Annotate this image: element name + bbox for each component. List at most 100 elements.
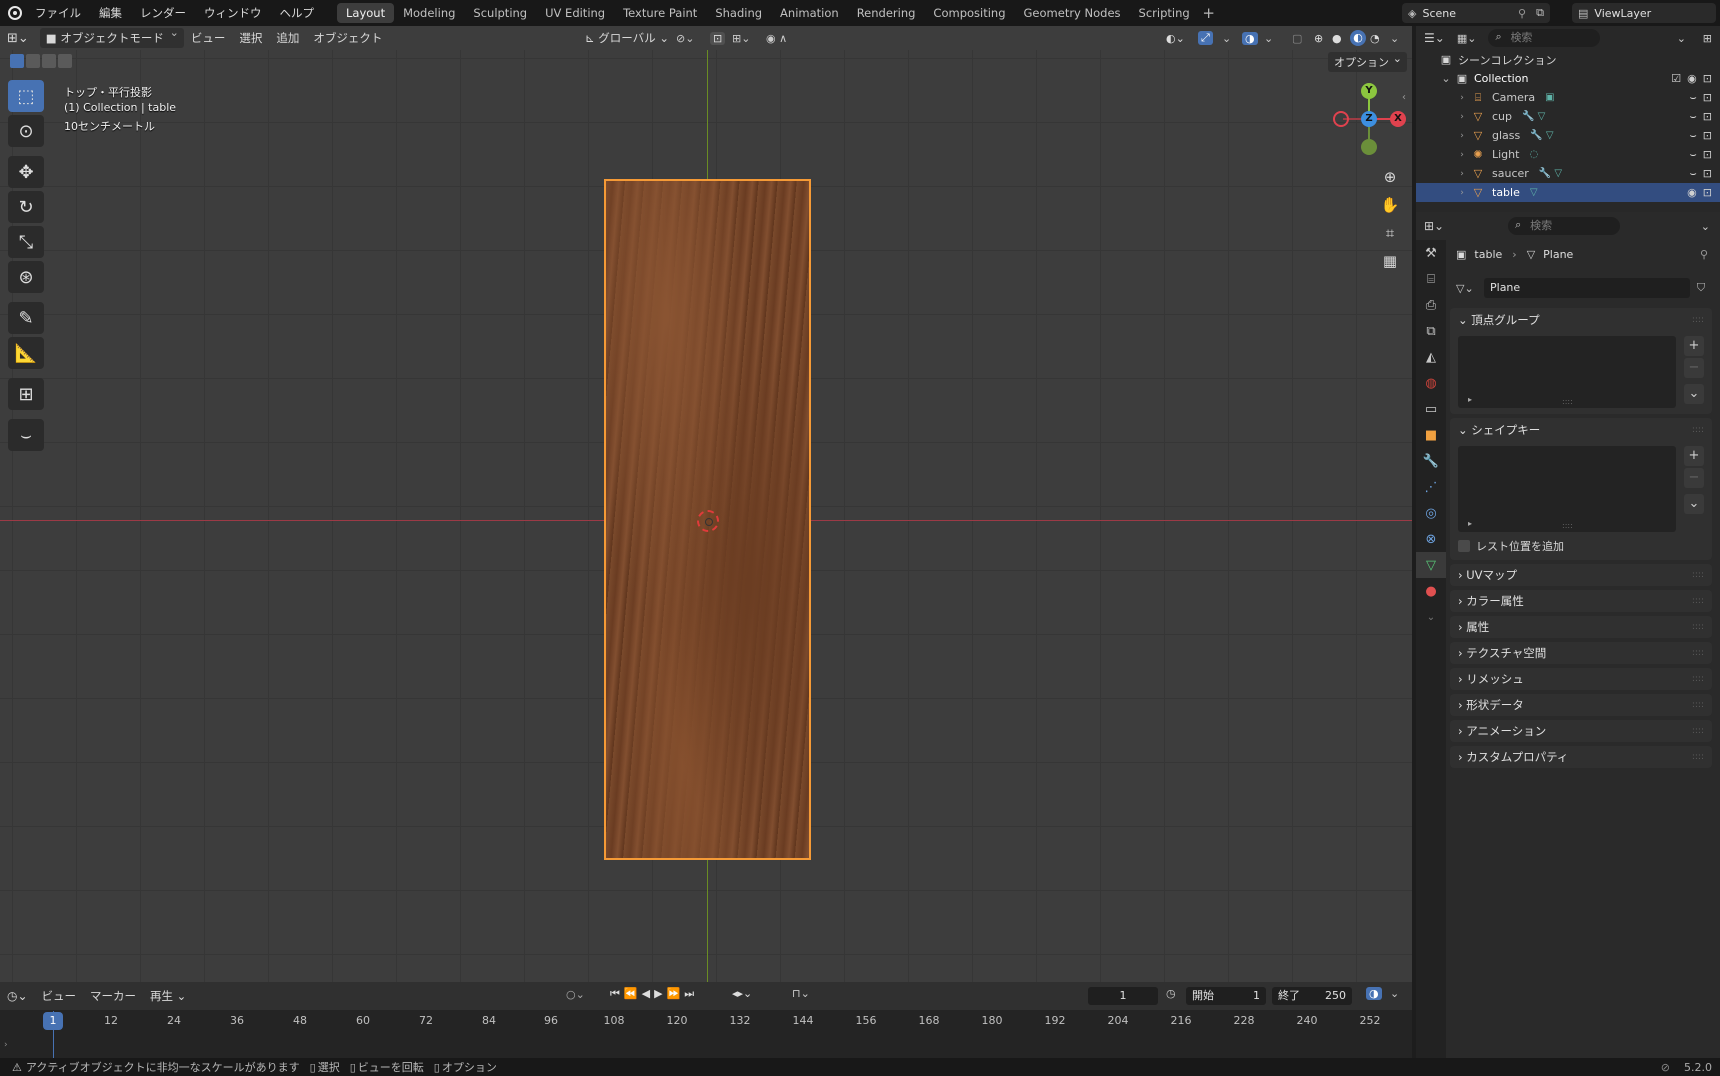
list-expand-icon[interactable]: ▸: [1468, 519, 1472, 528]
tab-sculpting[interactable]: Sculpting: [464, 3, 536, 23]
eye-icon[interactable]: ◉: [1687, 72, 1697, 85]
scene-selector[interactable]: ◈ Scene ⚲ ⧉: [1402, 3, 1550, 23]
list-resize-handle[interactable]: ::::: [1562, 521, 1573, 530]
panel-7[interactable]: › カスタムプロパティ: [1450, 746, 1712, 768]
object-data-icon[interactable]: 🔧 ▽: [1512, 111, 1545, 122]
collection-tab-icon[interactable]: ▭: [1416, 396, 1446, 422]
particles-tab-icon[interactable]: ⋰: [1416, 474, 1446, 500]
select-box-tool-icon[interactable]: ⬚: [8, 80, 44, 112]
physics-tab-icon[interactable]: ◎: [1416, 500, 1446, 526]
pivot-point-icon[interactable]: ⊘⌄: [676, 32, 694, 45]
camera-icon[interactable]: ⊡: [1703, 186, 1712, 199]
mesh-name-field[interactable]: Plane: [1484, 278, 1690, 298]
outliner-row-saucer[interactable]: › ▽ saucer 🔧 ▽ ⌣ ⊡: [1416, 164, 1720, 183]
outliner-search-input[interactable]: 検索: [1488, 28, 1601, 47]
hidden-eye-icon[interactable]: ⌣: [1690, 167, 1697, 181]
new-collection-icon[interactable]: ⊞: [1703, 32, 1712, 45]
auto-keying-icon[interactable]: ○⌄: [566, 988, 585, 1001]
scene-collection-row[interactable]: ▣ シーンコレクション: [1416, 50, 1720, 69]
select-subtract-icon[interactable]: [42, 54, 56, 68]
panel-6[interactable]: › アニメーション: [1450, 720, 1712, 742]
current-frame-field[interactable]: 1: [1088, 987, 1158, 1005]
panel-header[interactable]: › カラー属性: [1450, 590, 1712, 612]
tab-texture-paint[interactable]: Texture Paint: [614, 3, 706, 23]
expand-arrow-icon[interactable]: ›: [1454, 150, 1470, 160]
3d-cursor-icon[interactable]: [697, 510, 719, 532]
timeline-snap-icon[interactable]: ⊓⌄: [792, 987, 810, 1000]
select-new-icon[interactable]: [10, 54, 24, 68]
zoom-icon[interactable]: ⊕: [1377, 164, 1403, 190]
editor-type-icon[interactable]: ⊞⌄: [0, 31, 36, 46]
gizmo-menu-icon[interactable]: ⌄: [1222, 32, 1231, 45]
timeline-ruler[interactable]: 12 24 36 48 60 72 84 96 108 120 132 144 156 168 180 192…: [0, 1010, 1412, 1058]
options-dropdown[interactable]: オプション ⌄: [1328, 52, 1407, 72]
menu-add[interactable]: 追加: [269, 30, 306, 46]
outliner-row-glass[interactable]: › ▽ glass 🔧 ▽ ⌣ ⊡: [1416, 126, 1720, 145]
output-tab-icon[interactable]: ⎙: [1416, 292, 1446, 318]
tab-shading[interactable]: Shading: [706, 3, 771, 23]
cursor-tool-icon[interactable]: ⊙: [8, 115, 44, 147]
tab-uv-editing[interactable]: UV Editing: [536, 3, 614, 23]
expand-arrow-icon[interactable]: ›: [1454, 131, 1470, 141]
constraints-tab-icon[interactable]: ⊗: [1416, 526, 1446, 552]
menu-file[interactable]: ファイル: [26, 0, 90, 26]
scene-name[interactable]: Scene: [1422, 7, 1456, 20]
select-extend-icon[interactable]: [26, 54, 40, 68]
collection-row[interactable]: ⌄ ▣ Collection ☑ ◉ ⊡: [1416, 69, 1720, 88]
gizmo-toggle-icon[interactable]: ⤢: [1198, 31, 1213, 45]
expand-arrow-icon[interactable]: ›: [1454, 188, 1470, 198]
view-layer-tab-icon[interactable]: ⧉: [1416, 318, 1446, 344]
gizmo-z-axis[interactable]: Z: [1361, 111, 1377, 127]
remove-vertex-group-button[interactable]: −: [1684, 358, 1704, 378]
timeline-menu-playback[interactable]: 再生 ⌄: [143, 988, 193, 1004]
scene-tab-icon[interactable]: ◭: [1416, 344, 1446, 370]
timeline-menu-marker[interactable]: マーカー: [83, 988, 143, 1004]
eye-icon[interactable]: ◉: [1687, 186, 1697, 199]
camera-icon[interactable]: ⊡: [1703, 91, 1712, 105]
snap-icon[interactable]: ⊡: [710, 31, 726, 45]
move-tool-icon[interactable]: ✥: [8, 156, 44, 188]
expand-arrow-icon[interactable]: ›: [1454, 112, 1470, 122]
menu-help[interactable]: ヘルプ: [271, 0, 324, 26]
object-data-icon[interactable]: ▣: [1535, 92, 1554, 103]
ortho-grid-icon[interactable]: ▦: [1377, 248, 1403, 274]
filter-icon[interactable]: ⌄: [1677, 32, 1686, 45]
menu-view[interactable]: ビュー: [184, 30, 233, 46]
vertex-groups-header[interactable]: ⌄ 頂点グループ: [1450, 308, 1712, 332]
tab-scripting[interactable]: Scripting: [1130, 3, 1199, 23]
transform-orientation-dropdown[interactable]: ⊾ グローバル ⌄: [578, 30, 676, 46]
gizmo-y-axis[interactable]: Y: [1361, 83, 1377, 99]
transform-tool-icon[interactable]: ⊛: [8, 261, 44, 293]
shape-keys-list[interactable]: ▸ ::::: [1458, 446, 1676, 532]
pan-hand-icon[interactable]: ✋: [1377, 192, 1403, 218]
object-tab-icon[interactable]: ■: [1416, 422, 1446, 448]
menu-render[interactable]: レンダー: [131, 0, 195, 26]
panel-header[interactable]: › カスタムプロパティ: [1450, 746, 1712, 768]
outliner-row-light[interactable]: › ✺ Light ◌ ⌣ ⊡: [1416, 145, 1720, 164]
tab-modeling[interactable]: Modeling: [394, 3, 464, 23]
camera-icon[interactable]: ⊡: [1703, 129, 1712, 143]
curve-tool-icon[interactable]: ⌣: [8, 419, 44, 451]
blender-logo-icon[interactable]: [8, 6, 22, 20]
data-tab-icon[interactable]: ▽: [1416, 552, 1446, 578]
outliner-row-cup[interactable]: › ▽ cup 🔧 ▽ ⌣ ⊡: [1416, 107, 1720, 126]
rendered-shading-icon[interactable]: ◔: [1370, 32, 1380, 45]
menu-edit[interactable]: 編集: [90, 0, 131, 26]
overlay-toggle-icon[interactable]: ◑: [1242, 31, 1258, 45]
pin-icon[interactable]: ⚲: [1518, 7, 1526, 20]
gizmo-neg-x-axis[interactable]: [1333, 111, 1349, 127]
play-icon[interactable]: ▶: [654, 987, 666, 1000]
3d-viewport[interactable]: ⊞⌄ ■ オブジェクトモード ビュー 選択 追加 オブジェクト ⊾ グローバル …: [0, 26, 1412, 982]
menu-select[interactable]: 選択: [232, 30, 269, 46]
view-layer-name[interactable]: ViewLayer: [1594, 7, 1651, 20]
expand-arrow-icon[interactable]: ›: [1454, 169, 1470, 179]
next-keyframe-icon[interactable]: ⏩: [667, 987, 685, 1000]
panel-4[interactable]: › リメッシュ: [1450, 668, 1712, 690]
pin-properties-icon[interactable]: ⚲: [1700, 248, 1708, 261]
list-resize-handle[interactable]: ::::: [1562, 397, 1573, 406]
shape-key-menu-button[interactable]: ⌄: [1684, 494, 1704, 514]
xray-icon[interactable]: ▢: [1292, 32, 1302, 45]
properties-options-icon[interactable]: ⌄: [1701, 220, 1710, 233]
object-data-icon[interactable]: 🔧 ▽: [1529, 168, 1562, 179]
object-data-icon[interactable]: 🔧 ▽: [1520, 130, 1553, 141]
